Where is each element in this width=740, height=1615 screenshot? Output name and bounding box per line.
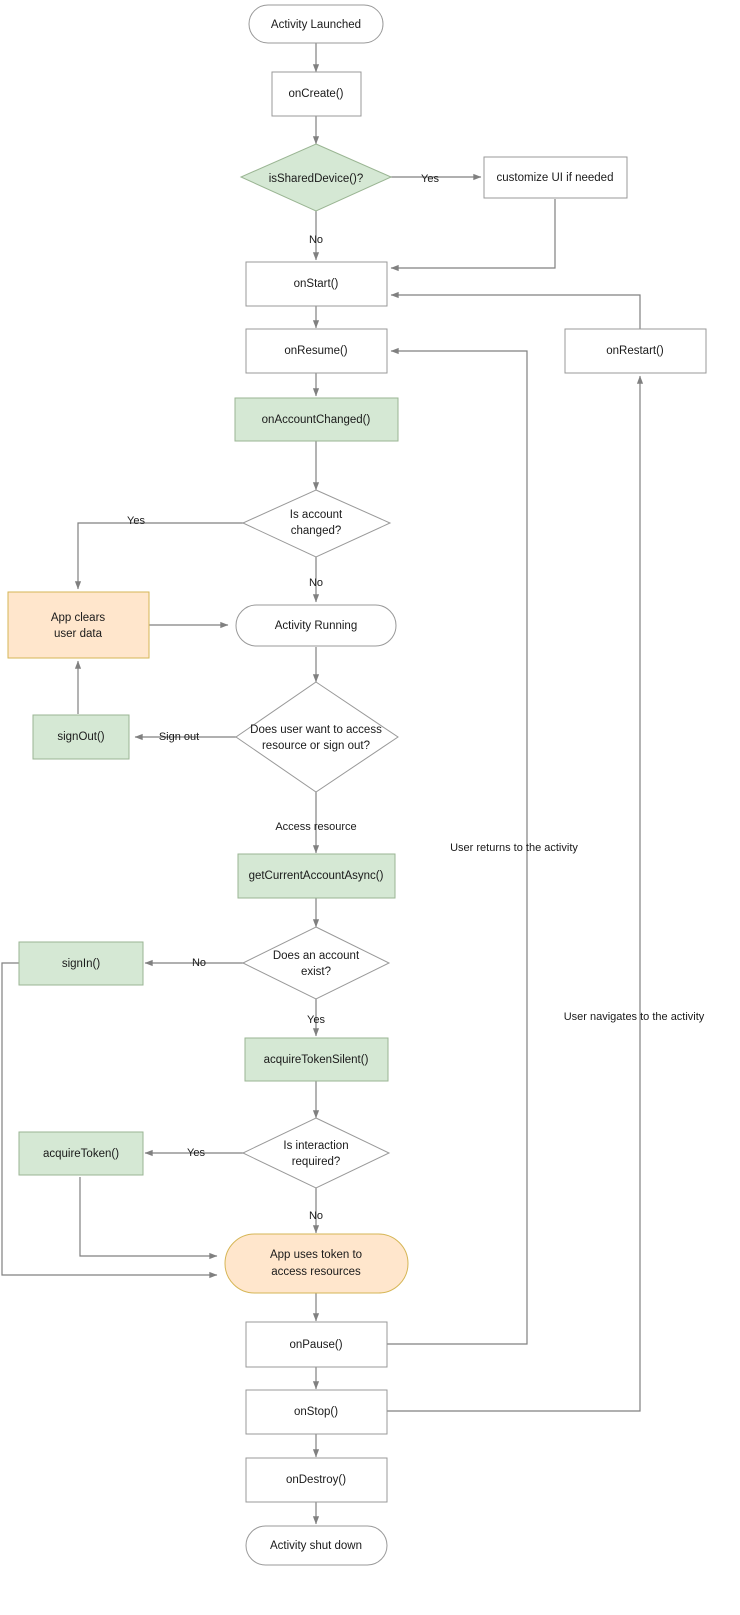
node-sign-out[interactable]: signOut() bbox=[32, 714, 130, 760]
on-start-label: onStart() bbox=[294, 278, 339, 290]
edge-label-sign-out: Sign out bbox=[159, 731, 199, 743]
does-account-exist-shape bbox=[241, 926, 391, 1000]
is-interaction-required-shape bbox=[241, 1117, 391, 1189]
node-activity-running[interactable]: Activity Running bbox=[235, 604, 397, 647]
edge-signin-to-appusestoken bbox=[1, 962, 218, 1279]
acquire-token-label: acquireToken() bbox=[43, 1148, 119, 1160]
on-resume-label: onResume() bbox=[284, 345, 347, 357]
on-pause-label: onPause() bbox=[289, 1339, 342, 1351]
get-current-account-label: getCurrentAccountAsync() bbox=[249, 870, 384, 882]
edge-customizeui-to-onstart bbox=[390, 199, 556, 272]
edge-label-no-account-changed: No bbox=[309, 577, 323, 589]
edge-label-yes-shared-device: Yes bbox=[421, 173, 439, 185]
node-acquire-token[interactable]: acquireToken() bbox=[18, 1131, 144, 1176]
access-or-signout-label-line2: resource or sign out? bbox=[262, 740, 370, 752]
edge-label-yes-account-exist: Yes bbox=[307, 1014, 325, 1026]
is-interaction-required-label-line2: required? bbox=[292, 1156, 341, 1168]
node-is-interaction-required[interactable]: Is interaction required? bbox=[241, 1117, 391, 1189]
app-uses-token-label-line2: access resources bbox=[271, 1266, 361, 1278]
customize-ui-label: customize UI if needed bbox=[497, 172, 614, 184]
access-or-signout-shape bbox=[235, 681, 399, 793]
edge-acquiretoken-to-appusestoken bbox=[79, 1177, 218, 1260]
on-stop-label: onStop() bbox=[294, 1406, 338, 1418]
node-does-account-exist[interactable]: Does an account exist? bbox=[241, 926, 391, 1000]
app-uses-token-shape bbox=[224, 1233, 409, 1294]
is-account-changed-label-line1: Is account bbox=[290, 509, 343, 521]
flowchart-canvas: Activity Launched onCreate() isSharedDev… bbox=[1, 4, 707, 1566]
activity-launched-label: Activity Launched bbox=[271, 19, 361, 31]
node-app-clears-user-data[interactable]: App clears user data bbox=[7, 591, 150, 659]
app-clears-user-data-label-line1: App clears bbox=[51, 612, 106, 624]
node-on-start[interactable]: onStart() bbox=[245, 261, 388, 307]
on-restart-label: onRestart() bbox=[606, 345, 664, 357]
node-on-stop[interactable]: onStop() bbox=[245, 1389, 388, 1435]
node-customize-ui[interactable]: customize UI if needed bbox=[483, 156, 628, 199]
edge-label-no-account-exist: No bbox=[192, 957, 206, 969]
edge-onstop-to-onrestart bbox=[387, 375, 644, 1412]
node-access-or-signout[interactable]: Does user want to access resource or sig… bbox=[235, 681, 399, 793]
is-account-changed-shape bbox=[241, 489, 392, 558]
node-on-create[interactable]: onCreate() bbox=[271, 71, 362, 117]
activity-shut-down-label: Activity shut down bbox=[270, 1540, 362, 1552]
node-acquire-token-silent[interactable]: acquireTokenSilent() bbox=[244, 1037, 389, 1082]
activity-running-label: Activity Running bbox=[275, 620, 357, 632]
sign-in-label: signIn() bbox=[62, 958, 101, 970]
edge-label-access-resource: Access resource bbox=[275, 821, 356, 833]
node-activity-shut-down[interactable]: Activity shut down bbox=[245, 1525, 388, 1566]
edge-label-no-interaction: No bbox=[309, 1210, 323, 1222]
node-on-account-changed[interactable]: onAccountChanged() bbox=[234, 397, 399, 442]
node-on-resume[interactable]: onResume() bbox=[245, 328, 388, 374]
node-on-pause[interactable]: onPause() bbox=[245, 1321, 388, 1368]
edge-label-user-navigates: User navigates to the activity bbox=[564, 1011, 705, 1023]
node-sign-in[interactable]: signIn() bbox=[18, 941, 144, 986]
does-account-exist-label-line2: exist? bbox=[301, 966, 331, 978]
edge-label-yes-account-changed: Yes bbox=[127, 515, 145, 527]
app-clears-user-data-shape bbox=[7, 591, 150, 659]
is-shared-device-label: isSharedDevice()? bbox=[269, 173, 364, 185]
edge-label-no-shared-device: No bbox=[309, 234, 323, 246]
edge-onrestart-to-onstart bbox=[390, 291, 641, 329]
node-get-current-account[interactable]: getCurrentAccountAsync() bbox=[237, 853, 396, 899]
does-account-exist-label-line1: Does an account bbox=[273, 950, 360, 962]
edge-label-user-returns: User returns to the activity bbox=[450, 842, 578, 854]
app-uses-token-label-line1: App uses token to bbox=[270, 1249, 362, 1261]
is-interaction-required-label-line1: Is interaction bbox=[283, 1140, 348, 1152]
edge-label-yes-interaction: Yes bbox=[187, 1147, 205, 1159]
is-account-changed-label-line2: changed? bbox=[291, 525, 342, 537]
access-or-signout-label-line1: Does user want to access bbox=[250, 724, 382, 736]
node-is-account-changed[interactable]: Is account changed? bbox=[241, 489, 392, 558]
node-is-shared-device[interactable]: isSharedDevice()? bbox=[239, 143, 393, 212]
node-activity-launched[interactable]: Activity Launched bbox=[248, 4, 384, 44]
node-on-restart[interactable]: onRestart() bbox=[564, 328, 707, 374]
sign-out-label: signOut() bbox=[57, 731, 104, 743]
on-account-changed-label: onAccountChanged() bbox=[262, 414, 371, 426]
edge-isaccountchanged-yes bbox=[74, 522, 264, 590]
node-app-uses-token[interactable]: App uses token to access resources bbox=[224, 1233, 409, 1294]
on-destroy-label: onDestroy() bbox=[286, 1474, 346, 1486]
app-clears-user-data-label-line2: user data bbox=[54, 628, 103, 640]
on-create-label: onCreate() bbox=[289, 88, 344, 100]
node-on-destroy[interactable]: onDestroy() bbox=[245, 1457, 388, 1503]
acquire-token-silent-label: acquireTokenSilent() bbox=[264, 1054, 369, 1066]
